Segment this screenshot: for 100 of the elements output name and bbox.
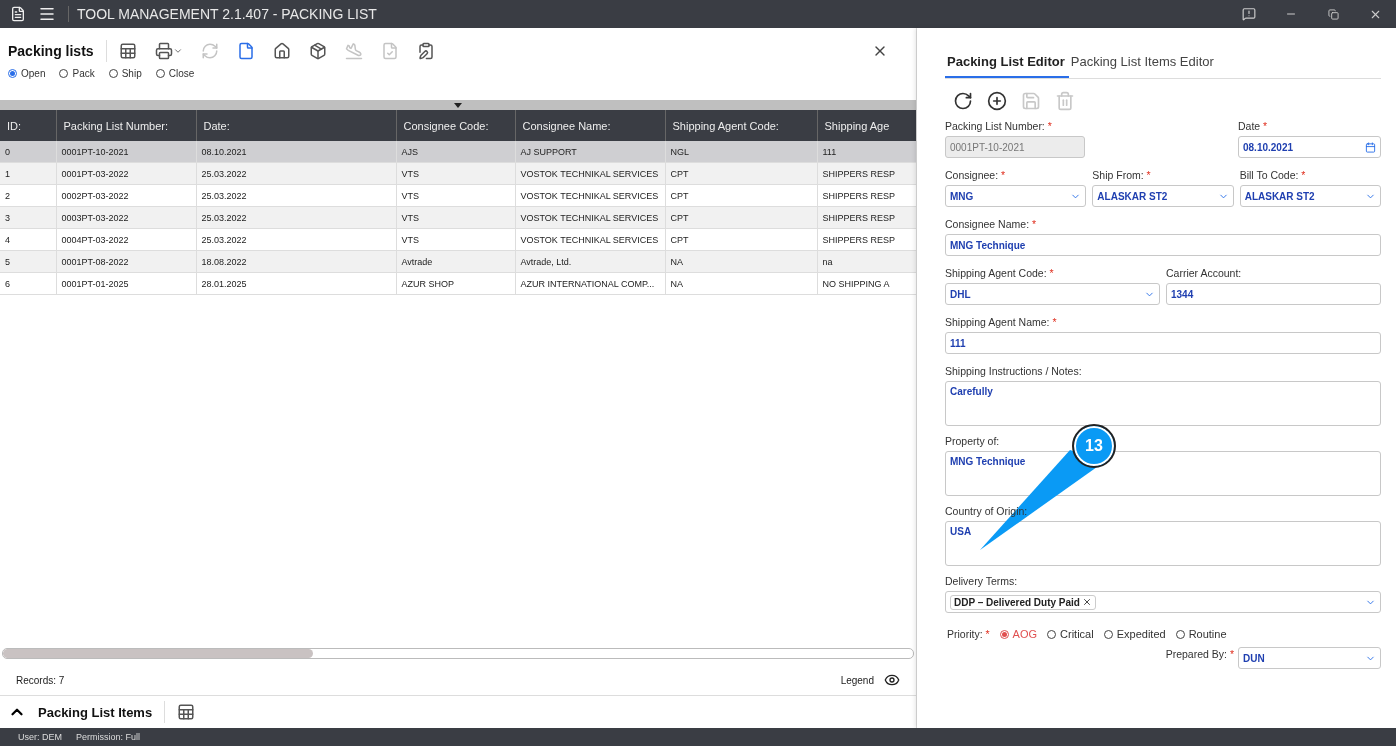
table-cell: 1	[0, 162, 56, 185]
table-cell: Avtrade, Ltd.	[515, 250, 665, 273]
priority-radio[interactable]: Expedited	[1103, 628, 1166, 640]
input-field[interactable]: 111	[945, 332, 1381, 354]
tag-select[interactable]: DDP – Delivered Duty Paid	[945, 591, 1381, 613]
table-row[interactable]: 0 0001PT-10-2021 08.10.2021 AJS AJ SUPPORT NGL 111	[0, 141, 916, 163]
table-cell: 0	[0, 141, 56, 163]
date-field[interactable]: 08.10.2021	[1238, 136, 1381, 158]
required-mark: *	[1228, 648, 1234, 660]
field-label: Ship From: *	[1092, 168, 1151, 182]
table-cell: 5	[0, 250, 56, 273]
input-field[interactable]: MNG Technique	[945, 234, 1381, 256]
editor-tab[interactable]: Packing List Items Editor	[1068, 48, 1218, 78]
dropdown[interactable]: DUN	[1238, 647, 1381, 669]
table-cell: AJ SUPPORT	[515, 141, 665, 163]
table-cell: SHIPPERS RESP	[817, 228, 916, 251]
table-row[interactable]: 1 0001PT-03-2022 25.03.2022 VTS VOSTOK TECHNIKAL SERVICES CPT SHIPPERS RESP	[0, 162, 916, 185]
table-row[interactable]: 3 0003PT-03-2022 25.03.2022 VTS VOSTOK TECHNIKAL SERVICES CPT SHIPPERS RESP	[0, 206, 916, 229]
table-cell: VTS	[396, 162, 515, 185]
required-mark: *	[1030, 218, 1037, 230]
input-field[interactable]: USA	[945, 521, 1381, 566]
table-cell: CPT	[665, 184, 817, 207]
column-header[interactable]: Consignee Name:	[515, 110, 665, 141]
field-label: Priority: *	[947, 627, 990, 641]
input-field[interactable]: 1344	[1166, 283, 1381, 305]
horizontal-scrollbar[interactable]	[2, 648, 914, 659]
table-cell: 0003PT-03-2022	[56, 206, 196, 229]
table-cell: AJS	[396, 141, 515, 163]
column-header[interactable]: Shipping Age	[817, 110, 916, 141]
reload-icon[interactable]	[953, 91, 973, 111]
field-label: Shipping Agent Name: *	[945, 315, 1057, 329]
table-cell: 25.03.2022	[196, 184, 396, 207]
remove-icon[interactable]	[1082, 597, 1092, 607]
table-cell: 2	[0, 184, 56, 207]
table-row[interactable]: 5 0001PT-08-2022 18.08.2022 Avtrade Avtrade, Ltd. NA na	[0, 250, 916, 273]
filter-radio[interactable]: Ship	[108, 68, 142, 79]
table-cell: NA	[665, 250, 817, 273]
column-header[interactable]: Date:	[196, 110, 396, 141]
table-cell: 0001PT-03-2022	[56, 162, 196, 185]
table-cell: Avtrade	[396, 250, 515, 273]
field-label: Date *	[1238, 119, 1268, 133]
table-cell: 0001PT-10-2021	[56, 141, 196, 163]
field-label: Bill To Code: *	[1239, 168, 1306, 182]
table-cell: VTS	[396, 184, 515, 207]
table-cell: 111	[817, 141, 916, 163]
table-row[interactable]: 6 0001PT-01-2025 28.01.2025 AZUR SHOP AZUR INTERNATIONAL COMP... NA NO SHIPPING A	[0, 272, 916, 295]
app-icon	[10, 6, 26, 22]
table-cell: NGL	[665, 141, 817, 163]
field-label: Property of:	[945, 434, 1000, 448]
input-field[interactable]: MNG Technique	[945, 451, 1381, 496]
input-field[interactable]: Carefully	[945, 381, 1381, 426]
priority-radio[interactable]: Critical	[1047, 628, 1094, 640]
table-cell: NO SHIPPING A	[817, 272, 916, 295]
editor-tab[interactable]: Packing List Editor	[945, 48, 1069, 78]
dropdown[interactable]: ALASKAR ST2	[1239, 185, 1381, 207]
table-cell: 25.03.2022	[196, 228, 396, 251]
permission-label: Permission: Full	[76, 732, 141, 742]
dropdown[interactable]: ALASKAR ST2	[1092, 185, 1234, 207]
section-title: Packing List Items	[38, 704, 153, 720]
dropdown[interactable]: DHL	[945, 283, 1160, 305]
legend-label: Legend	[840, 674, 874, 686]
column-header[interactable]: Consignee Code:	[396, 110, 515, 141]
calendar-icon[interactable]	[1365, 141, 1376, 153]
table-cell: 4	[0, 228, 56, 251]
caret-icon[interactable]	[454, 102, 462, 108]
field-label: Consignee: *	[945, 168, 1006, 182]
table-cell: 25.03.2022	[196, 162, 396, 185]
table-cell: NA	[665, 272, 817, 295]
column-header[interactable]: ID:	[0, 110, 56, 141]
user-label: User: DEM	[18, 732, 62, 742]
table-cell: CPT	[665, 206, 817, 229]
table-cell: CPT	[665, 162, 817, 185]
filter-radio[interactable]: Open	[8, 68, 46, 79]
table-cell: 6	[0, 272, 56, 295]
column-header[interactable]: Shipping Agent Code:	[665, 110, 817, 141]
table-row[interactable]: 4 0004PT-03-2022 25.03.2022 VTS VOSTOK TECHNIKAL SERVICES CPT SHIPPERS RESP	[0, 228, 916, 251]
column-header[interactable]: Packing List Number:	[56, 110, 196, 141]
table-cell: 0001PT-01-2025	[56, 272, 196, 295]
table-cell: AZUR INTERNATIONAL COMP...	[515, 272, 665, 295]
eye-icon[interactable]	[884, 672, 900, 688]
table-cell: SHIPPERS RESP	[817, 184, 916, 207]
spreadsheet-icon[interactable]	[177, 703, 196, 721]
required-mark: *	[984, 628, 990, 640]
menu-icon[interactable]	[38, 5, 56, 23]
field-label: Consignee Name: *	[945, 217, 1037, 231]
table-cell: 08.10.2021	[196, 141, 396, 163]
table-cell: VOSTOK TECHNIKAL SERVICES	[515, 162, 665, 185]
table-row[interactable]: 2 0002PT-03-2022 25.03.2022 VTS VOSTOK TECHNIKAL SERVICES CPT SHIPPERS RESP	[0, 184, 916, 207]
required-mark: *	[1300, 169, 1306, 181]
filter-radio[interactable]: Pack	[59, 68, 95, 79]
priority-radio[interactable]: AOG	[999, 628, 1038, 640]
table-cell: VTS	[396, 228, 515, 251]
filter-radio[interactable]: Close	[155, 68, 195, 79]
add-icon[interactable]	[987, 91, 1007, 111]
required-mark: *	[1000, 169, 1006, 181]
table-cell: VOSTOK TECHNIKAL SERVICES	[515, 206, 665, 229]
dropdown[interactable]: MNG	[945, 185, 1087, 207]
priority-radio[interactable]: Routine	[1175, 628, 1227, 640]
required-mark: *	[1048, 267, 1054, 279]
table-cell: 0001PT-08-2022	[56, 250, 196, 273]
